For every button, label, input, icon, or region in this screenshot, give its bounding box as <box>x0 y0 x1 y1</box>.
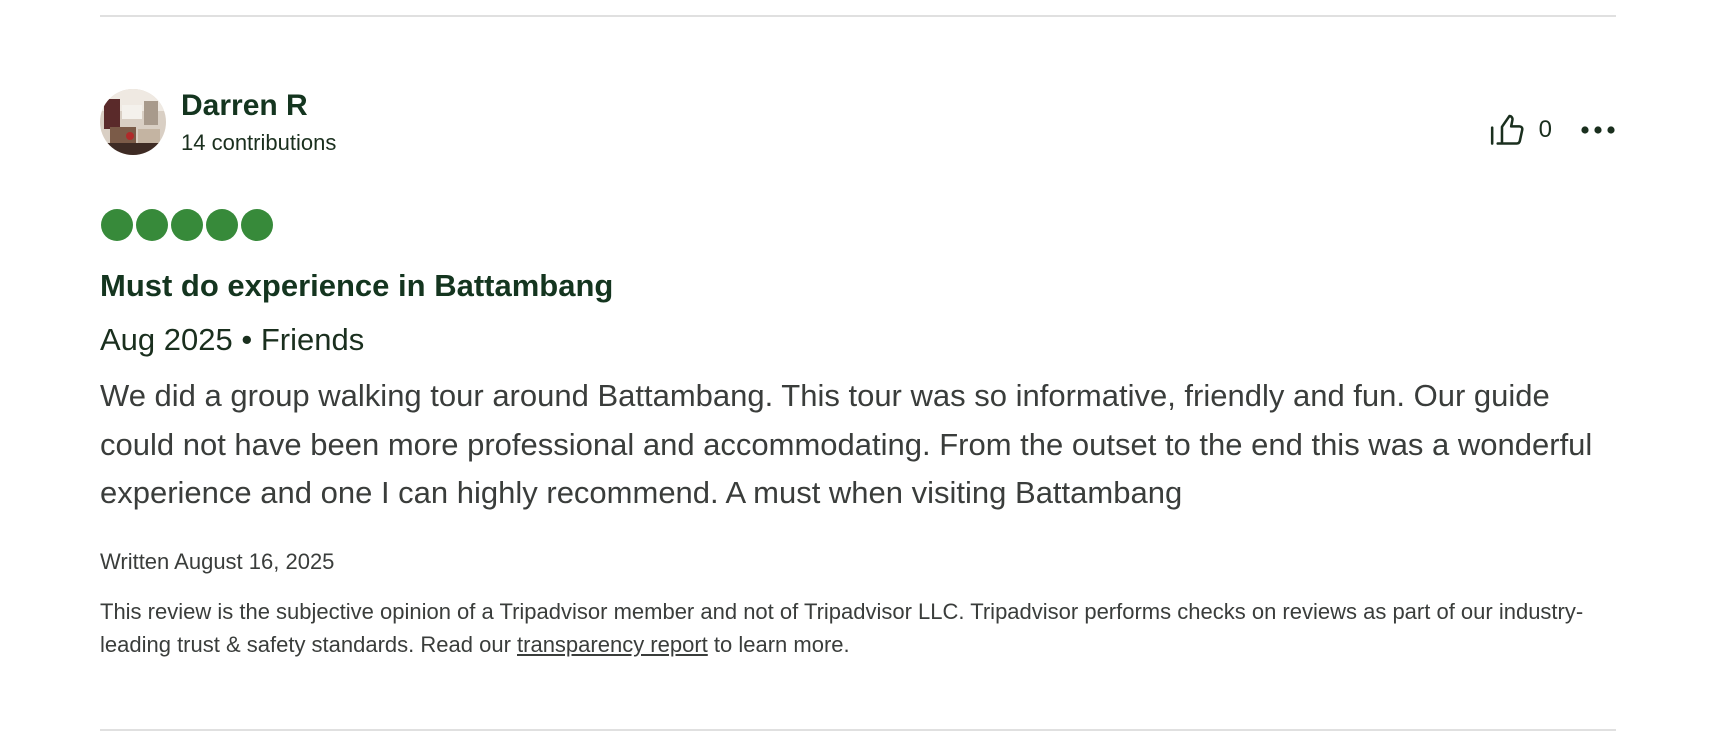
review-title[interactable]: Must do experience in Battambang <box>100 266 613 306</box>
rating-bubble-filled <box>101 209 133 241</box>
author-info: Darren R 14 contributions <box>181 88 336 156</box>
rating-bubble-filled <box>241 209 273 241</box>
rating-bubble-filled <box>136 209 168 241</box>
avatar[interactable] <box>100 89 166 155</box>
bottom-divider <box>100 729 1616 731</box>
thumbs-up-icon <box>1490 114 1524 145</box>
review-disclaimer: This review is the subjective opinion of… <box>100 596 1616 661</box>
rating-bubble-filled <box>171 209 203 241</box>
helpful-count: 0 <box>1538 116 1552 143</box>
review-card: Darren R 14 contributions 0 Must do expe… <box>100 88 1616 657</box>
meta-separator: • <box>232 322 261 357</box>
visit-date: Aug 2025 <box>100 322 233 357</box>
author-name[interactable]: Darren R <box>181 88 336 124</box>
transparency-report-link[interactable]: transparency report <box>517 632 708 657</box>
review-meta: Aug 2025 • Friends <box>100 320 364 360</box>
review-header: Darren R 14 contributions 0 <box>100 88 1616 156</box>
helpful-vote-button[interactable]: 0 <box>1489 111 1552 149</box>
rating-bubble-filled <box>206 209 238 241</box>
top-divider <box>100 15 1616 17</box>
review-actions: 0 <box>1489 110 1616 150</box>
more-options-icon[interactable] <box>1580 112 1616 148</box>
written-date: Written August 16, 2025 <box>100 549 335 574</box>
trip-type: Friends <box>260 322 365 357</box>
review-body: We did a group walking tour around Batta… <box>100 378 1593 510</box>
rating-bubbles <box>101 209 273 241</box>
contributions-count: 14 contributions <box>181 130 337 155</box>
disclaimer-suffix: to learn more. <box>707 631 850 657</box>
avatar-photo <box>100 89 166 155</box>
